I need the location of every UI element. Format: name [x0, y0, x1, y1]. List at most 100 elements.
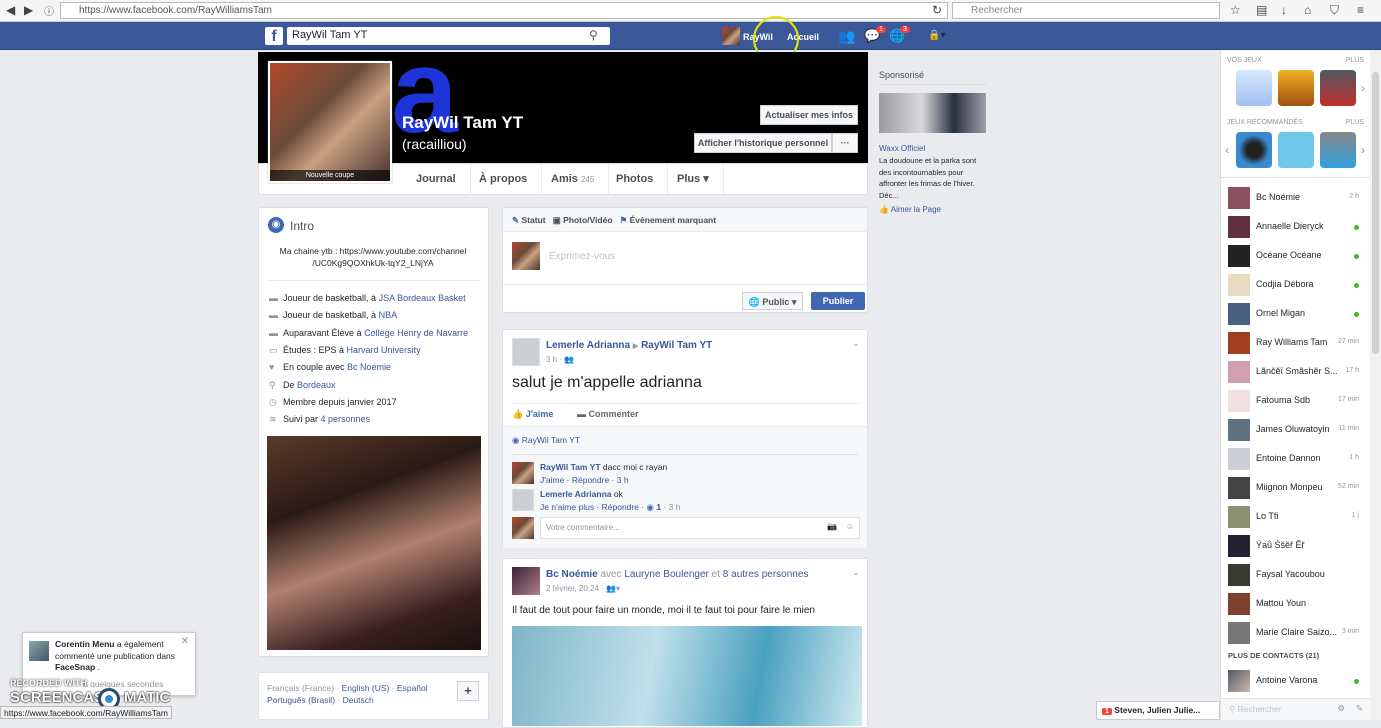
featured-photo[interactable]: [267, 436, 481, 650]
scrollbar[interactable]: [1370, 50, 1381, 720]
liked-by[interactable]: RayWil Tam YT: [522, 435, 580, 445]
comment-actions[interactable]: Je n'aime plus · Répondre ·: [540, 502, 647, 512]
composer-tab-photo[interactable]: Photo/Vidéo: [563, 215, 612, 225]
game-diving[interactable]: [1278, 132, 1314, 168]
language-spanish[interactable]: Español: [397, 683, 428, 693]
contact-item[interactable]: Miignon Monpeu 52 min: [1221, 474, 1371, 503]
game-bottle-flip[interactable]: [1236, 70, 1272, 106]
activity-log-button[interactable]: Afficher l'historique personnel: [694, 133, 832, 153]
search-icon[interactable]: ⚲: [589, 28, 598, 42]
comment-author[interactable]: Lemerle Adrianna: [540, 489, 612, 499]
contact-item[interactable]: Entoine Dannon 1 h: [1221, 445, 1371, 474]
post-options-chevron-icon[interactable]: ⌄: [852, 567, 860, 578]
game-racing[interactable]: [1320, 70, 1356, 106]
intro-item-link[interactable]: 4 personnes: [321, 414, 371, 424]
back-icon[interactable]: ◀: [6, 3, 15, 17]
recommended-games-more[interactable]: PLUS: [1346, 119, 1364, 126]
contact-item[interactable]: James Oluwatoyin 11 min: [1221, 416, 1371, 445]
composer-input[interactable]: Exprimez-vous: [549, 251, 615, 262]
close-icon[interactable]: ✕: [181, 636, 189, 647]
user-avatar[interactable]: [722, 27, 740, 45]
composer-tab-life-event[interactable]: Évènement marquant: [630, 215, 716, 225]
audience-icon[interactable]: 👥▾: [606, 584, 620, 593]
tab-more[interactable]: Plus ▾: [663, 164, 724, 196]
settings-gear-icon[interactable]: ⚙: [1337, 703, 1345, 714]
contact-item[interactable]: Ornel Migan: [1221, 300, 1371, 329]
more-options-button[interactable]: ···: [832, 133, 858, 153]
chat-search-input[interactable]: ⚲ Rechercher ⚙ ✎: [1221, 698, 1371, 720]
game-temple-run[interactable]: [1278, 70, 1314, 106]
download-icon[interactable]: ↓: [1281, 3, 1287, 17]
contact-item[interactable]: Bc Noémie 2 h: [1221, 184, 1371, 213]
ad-image[interactable]: [879, 93, 986, 133]
profile-name[interactable]: RayWil Tam YT: [402, 113, 523, 133]
comment-input[interactable]: Votre commentaire... 📷 ☺: [540, 517, 860, 539]
publish-button[interactable]: Publier: [811, 292, 865, 310]
others-link[interactable]: 8 autres personnes: [723, 569, 809, 580]
like-page-button[interactable]: 👍 Aimer la Page: [879, 205, 941, 214]
previous-icon[interactable]: ‹: [1225, 143, 1229, 157]
tab-friends[interactable]: Amis 245: [537, 164, 610, 196]
language-portuguese[interactable]: Português (Brasil): [267, 695, 335, 705]
new-message-icon[interactable]: ✎: [1356, 703, 1363, 714]
next-icon[interactable]: ›: [1361, 81, 1365, 95]
contact-item[interactable]: Faysal Yacoubou: [1221, 561, 1371, 590]
game-8-ball-pool[interactable]: [1236, 132, 1272, 168]
intro-item-link[interactable]: Bc Noémie: [347, 362, 391, 372]
pocket-icon[interactable]: ⛉: [1330, 3, 1339, 18]
contact-item[interactable]: Ray Williams Tam 27 min: [1221, 329, 1371, 358]
post-image[interactable]: [512, 626, 862, 726]
profile-picture[interactable]: Nouvelle coupe: [268, 61, 392, 183]
contact-item[interactable]: Ýaů Śšěř Ěř: [1221, 532, 1371, 561]
menu-icon[interactable]: ≡: [1357, 3, 1364, 17]
comment-avatar[interactable]: [512, 489, 534, 511]
contact-item[interactable]: Fatouma Sdb 17 min: [1221, 387, 1371, 416]
privacy-shortcuts-icon[interactable]: 🔒▾: [928, 30, 945, 41]
tab-photos[interactable]: Photos: [602, 164, 669, 196]
contact-item[interactable]: Lo Tfi 1 j: [1221, 503, 1371, 532]
facebook-search-input[interactable]: RayWil Tam YT: [287, 27, 610, 45]
next-icon[interactable]: ›: [1361, 143, 1365, 157]
contact-item[interactable]: Codjia Débora: [1221, 271, 1371, 300]
intro-item-link[interactable]: Collège Henry de Navarre: [364, 328, 468, 338]
update-info-button[interactable]: Actualiser mes infos: [760, 105, 858, 125]
like-button[interactable]: 👍 J'aime: [512, 409, 553, 420]
home-icon[interactable]: ⌂: [1304, 3, 1311, 17]
your-games-more[interactable]: PLUS: [1346, 57, 1364, 64]
camera-icon[interactable]: 📷: [827, 522, 837, 531]
intro-item-link[interactable]: Bordeaux: [297, 380, 336, 390]
reload-icon[interactable]: ↻: [932, 3, 942, 17]
ad-advertiser[interactable]: Waxx Officiel: [879, 144, 925, 153]
tab-about[interactable]: À propos: [465, 164, 543, 196]
bookmark-star-icon[interactable]: ☆: [1230, 3, 1241, 17]
post-target[interactable]: RayWil Tam YT: [641, 340, 712, 351]
post-author[interactable]: Lemerle Adrianna: [546, 340, 630, 351]
tagged-person[interactable]: Lauryne Boulenger: [624, 569, 709, 580]
post-author-avatar[interactable]: [512, 567, 540, 595]
post-time[interactable]: 3 h: [546, 355, 557, 364]
privacy-selector[interactable]: 🌐 Public ▾: [742, 292, 803, 310]
post-time[interactable]: 2 février, 20:24: [546, 584, 599, 593]
language-english[interactable]: English (US): [342, 683, 390, 693]
post-author-avatar[interactable]: [512, 338, 540, 366]
contact-item[interactable]: Antoine Varona: [1221, 667, 1371, 696]
intro-item-link[interactable]: NBA: [379, 310, 398, 320]
composer-tab-status[interactable]: Statut: [522, 215, 546, 225]
url-bar[interactable]: https://www.facebook.com/RayWilliamsTam: [60, 2, 948, 19]
scrollbar-thumb[interactable]: [1372, 72, 1379, 354]
chat-tab[interactable]: 1 Steven, Julien Julie...: [1096, 701, 1220, 720]
browser-search-input[interactable]: Rechercher: [952, 2, 1220, 19]
contact-item[interactable]: Océane Océane: [1221, 242, 1371, 271]
language-german[interactable]: Deutsch: [343, 695, 374, 705]
forward-icon[interactable]: ▶: [24, 3, 33, 17]
comment-button[interactable]: ▬ Commenter: [577, 409, 639, 419]
comment-avatar[interactable]: [512, 462, 534, 484]
contact-item[interactable]: Annaelle Dieryck: [1221, 213, 1371, 242]
comment-author[interactable]: RayWil Tam YT: [540, 462, 601, 472]
facebook-logo-icon[interactable]: f: [265, 27, 283, 45]
post-author[interactable]: Bc Noémie: [546, 569, 598, 580]
contact-item[interactable]: Mattou Youn: [1221, 590, 1371, 619]
add-language-button[interactable]: +: [457, 681, 479, 701]
comment-actions[interactable]: J'aime · Répondre · 3 h: [540, 475, 629, 485]
contact-item[interactable]: Marie Claire Saizo... 3 min: [1221, 619, 1371, 648]
